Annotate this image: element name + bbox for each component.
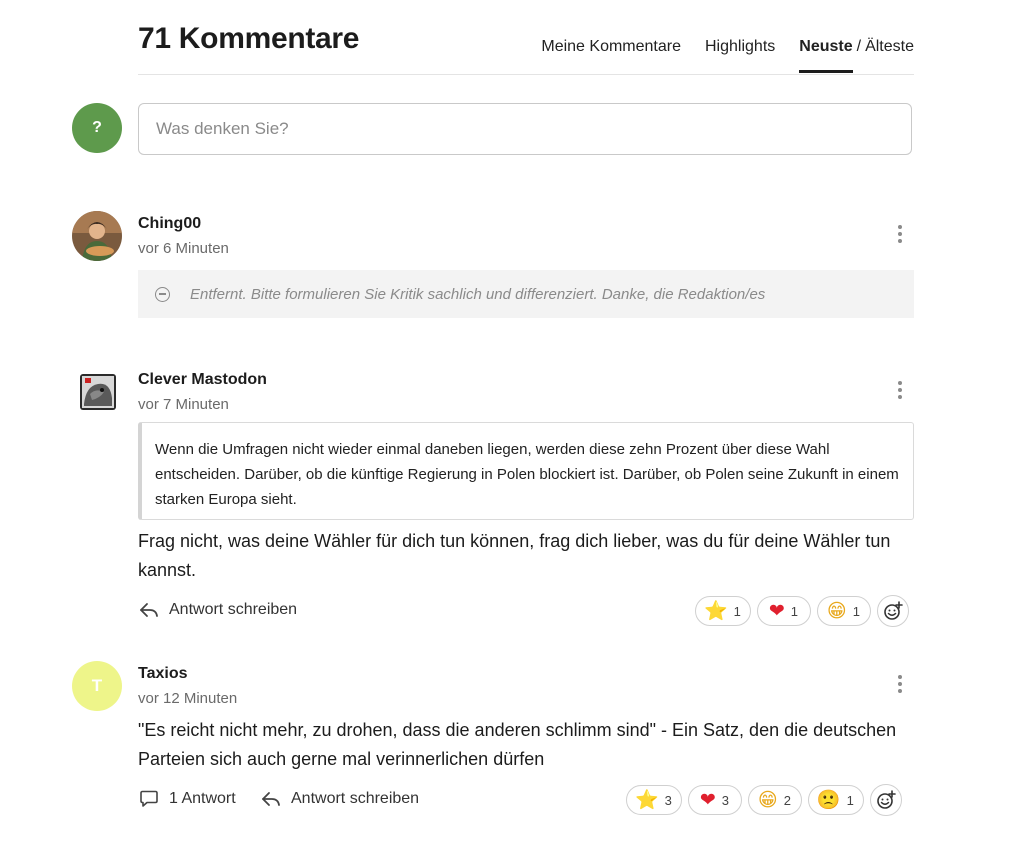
comment-input[interactable] [138,103,912,155]
avatar-clever-mastodon[interactable] [80,374,116,410]
tab-my-comments[interactable]: Meine Kommentare [541,38,681,56]
grinning-face-icon: 😁 [757,788,778,811]
comments-title: 71 Kommentare [138,22,360,55]
removed-icon [155,286,170,302]
reply-icon [262,792,280,806]
reaction-heart[interactable]: ❤ 3 [687,785,742,815]
more-options-icon[interactable] [890,672,910,696]
tab-oldest[interactable]: Älteste [865,38,914,56]
comment-time[interactable]: vor 7 Minuten [138,396,229,413]
more-options-icon[interactable] [890,222,910,246]
replies-toggle[interactable]: 1 Antwort [139,790,236,808]
reaction-count: 3 [664,792,672,808]
reaction-count: 1 [733,603,741,619]
add-reaction-button[interactable] [876,595,909,627]
comment-author[interactable]: Ching00 [138,215,201,233]
comment-time[interactable]: vor 12 Minuten [138,690,237,707]
speech-bubble-icon [140,790,158,807]
reaction-count: 1 [846,792,854,808]
removed-text: Entfernt. Bitte formulieren Sie Kritik s… [190,285,766,303]
star-icon: ⭐ [635,788,659,811]
add-emoji-icon [884,601,903,620]
reply-icon [140,603,158,617]
reactions-bar: ⭐ 1 ❤ 1 😁 1 [695,595,909,627]
more-options-icon[interactable] [890,378,910,402]
star-icon: ⭐ [704,599,728,622]
comment-time[interactable]: vor 6 Minuten [138,240,229,257]
reply-label: Antwort schreiben [169,601,298,618]
comment-text: Frag nicht, was deine Wähler für dich tu… [138,531,891,580]
sort-tabs: Meine Kommentare Highlights Neuste / Ält… [517,38,914,73]
reaction-count: 3 [721,792,729,808]
reaction-grin[interactable]: 😁 1 [816,596,871,626]
removed-comment-notice: Entfernt. Bitte formulieren Sie Kritik s… [138,270,914,318]
reply-button[interactable]: Antwort schreiben [139,601,297,619]
heart-icon: ❤ [699,788,716,811]
reaction-count: 2 [783,792,791,808]
tab-separator: / [856,38,862,55]
tab-highlights[interactable]: Highlights [705,38,775,56]
reaction-grin[interactable]: 😁 2 [747,785,802,815]
quoted-text: Wenn die Umfragen nicht wieder einmal da… [138,422,914,520]
comment-author[interactable]: Clever Mastodon [138,371,267,389]
comment-text: "Es reicht nicht mehr, zu drohen, dass d… [138,720,897,769]
add-reaction-button[interactable] [869,784,902,816]
reactions-bar: ⭐ 3 ❤ 3 😁 2 🙁 1 [626,784,902,816]
replies-count: 1 Antwort [169,790,236,807]
reaction-count: 1 [790,603,798,619]
reaction-heart[interactable]: ❤ 1 [756,596,811,626]
reply-label: Antwort schreiben [291,790,420,807]
reaction-frown[interactable]: 🙁 1 [807,785,864,815]
comment-author[interactable]: Taxios [138,665,188,683]
heart-icon: ❤ [768,599,785,622]
grinning-face-icon: 😁 [826,599,847,622]
reaction-star[interactable]: ⭐ 1 [695,596,751,626]
avatar-ching00[interactable] [72,211,122,261]
add-emoji-icon [877,790,896,809]
comments-header: 71 Kommentare Meine Kommentare Highlight… [138,22,914,75]
reaction-star[interactable]: ⭐ 3 [626,785,682,815]
avatar-taxios[interactable]: T [72,661,122,711]
reply-button[interactable]: Antwort schreiben [261,790,419,808]
reaction-count: 1 [852,603,860,619]
tab-newest[interactable]: Neuste [799,38,853,73]
frowning-face-icon: 🙁 [816,788,841,811]
user-avatar: ? [72,103,122,153]
